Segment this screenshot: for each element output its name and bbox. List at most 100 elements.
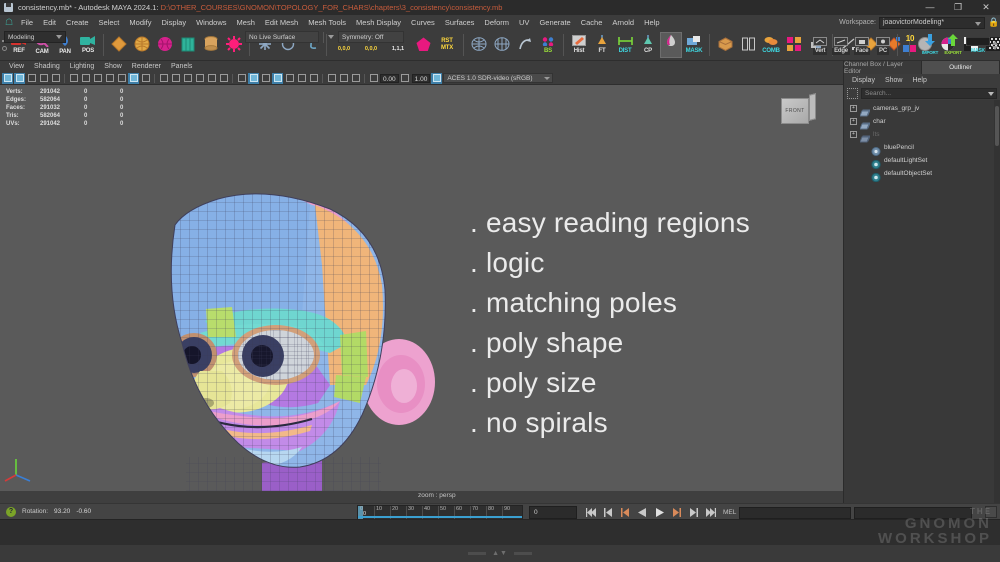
gamma-icon[interactable] bbox=[400, 73, 411, 84]
menu-surfaces[interactable]: Surfaces bbox=[440, 15, 480, 30]
image-plane-icon[interactable] bbox=[50, 73, 61, 84]
resolution-gate-icon[interactable] bbox=[104, 73, 115, 84]
twopane-icon[interactable] bbox=[68, 73, 79, 84]
bookmark-icon[interactable] bbox=[38, 73, 49, 84]
center-pivot-button[interactable]: CP bbox=[637, 32, 659, 58]
maximize-button[interactable]: ❐ bbox=[944, 0, 972, 15]
menu-edit[interactable]: Edit bbox=[38, 15, 61, 30]
current-frame-field[interactable]: 0 bbox=[529, 506, 577, 519]
panel-toggle-arrows[interactable] bbox=[992, 41, 998, 50]
panel-resize-grip[interactable]: ▲▼ bbox=[0, 545, 1000, 562]
grid-toggle-icon[interactable] bbox=[80, 73, 91, 84]
viewport-menu-view[interactable]: View bbox=[4, 63, 29, 70]
flat-shade-icon[interactable] bbox=[194, 73, 205, 84]
polygon-sun-button[interactable] bbox=[223, 32, 245, 58]
ambient-occlusion-icon[interactable] bbox=[284, 73, 295, 84]
close-button[interactable]: ✕ bbox=[972, 0, 1000, 15]
outliner-item-cameras-grp-jv[interactable]: + cameras_grp_jv bbox=[844, 102, 1000, 115]
time-range-bar[interactable] bbox=[358, 516, 522, 518]
smooth-shade-all-icon[interactable] bbox=[170, 73, 181, 84]
mel-input[interactable] bbox=[739, 507, 851, 519]
shadows-icon[interactable] bbox=[272, 73, 283, 84]
reset-pivot-button[interactable] bbox=[412, 32, 434, 58]
color-management-toggle-icon[interactable] bbox=[431, 73, 442, 84]
polygon-sphere-magenta-button[interactable] bbox=[154, 32, 176, 58]
mirror-geometry-button[interactable] bbox=[737, 32, 759, 58]
viewport-menu-renderer[interactable]: Renderer bbox=[127, 63, 166, 70]
selection-marquee-icon[interactable] bbox=[847, 88, 858, 99]
search-input[interactable]: Search... bbox=[861, 88, 997, 99]
menu-cache[interactable]: Cache bbox=[576, 15, 608, 30]
expand-toggle-icon[interactable]: + bbox=[850, 118, 857, 125]
use-all-lights-icon[interactable] bbox=[260, 73, 271, 84]
lock-camera-icon[interactable] bbox=[14, 73, 25, 84]
outliner-menu-show[interactable]: Show bbox=[880, 77, 908, 84]
menu-create[interactable]: Create bbox=[61, 15, 94, 30]
face-select-button[interactable]: Face bbox=[852, 32, 872, 58]
menu-help[interactable]: Help bbox=[639, 15, 664, 30]
bounding-box-icon[interactable] bbox=[218, 73, 229, 84]
tab-outliner[interactable]: Outliner bbox=[922, 61, 1000, 74]
xray-icon[interactable] bbox=[128, 73, 139, 84]
viewport-paint-icon[interactable] bbox=[338, 73, 349, 84]
nurbs-primitive-button[interactable] bbox=[108, 32, 130, 58]
pos-button[interactable]: POS bbox=[77, 32, 99, 58]
view-cube[interactable]: FRONT bbox=[781, 93, 817, 127]
smooth-shade-selected-icon[interactable] bbox=[182, 73, 193, 84]
help-icon[interactable]: ? bbox=[6, 507, 16, 517]
expand-toggle-icon[interactable]: + bbox=[850, 105, 857, 112]
outliner-menu-help[interactable]: Help bbox=[907, 77, 931, 84]
chevron-down-icon[interactable] bbox=[988, 92, 994, 96]
color-profile-dropdown[interactable]: ACES 1.0 SDR-video (sRGB) bbox=[443, 73, 553, 83]
use-default-lighting-icon[interactable] bbox=[248, 73, 259, 84]
freeze-transform-button[interactable]: FT bbox=[591, 32, 613, 58]
subdiv-proxy-button[interactable] bbox=[468, 32, 490, 58]
motion-blur-icon[interactable] bbox=[296, 73, 307, 84]
combine-button[interactable]: COMB bbox=[760, 32, 782, 58]
edge-select-button[interactable]: Edge bbox=[831, 32, 851, 58]
menu-file[interactable]: File bbox=[16, 15, 38, 30]
polygon-cube-button[interactable] bbox=[177, 32, 199, 58]
bend-deformer-button[interactable] bbox=[514, 32, 536, 58]
menu-display[interactable]: Display bbox=[157, 15, 192, 30]
export-button[interactable]: EXPORT bbox=[942, 32, 964, 58]
isolate-select-icon[interactable] bbox=[140, 73, 151, 84]
skip-to-start-icon[interactable] bbox=[585, 506, 598, 519]
smooth-mesh-button[interactable] bbox=[491, 32, 513, 58]
outliner-scrollbar[interactable] bbox=[994, 100, 1000, 503]
lock-icon[interactable]: 🔒 bbox=[988, 17, 998, 28]
menu-mesh-tools[interactable]: Mesh Tools bbox=[303, 15, 351, 30]
menu-mesh[interactable]: Mesh bbox=[232, 15, 260, 30]
menu-edit-mesh[interactable]: Edit Mesh bbox=[260, 15, 303, 30]
layer-count-badge[interactable]: 10 bbox=[902, 32, 918, 58]
viewport-menu-lighting[interactable]: Lighting bbox=[65, 63, 100, 70]
outliner-item-defaultobjectset[interactable]: defaultObjectSet bbox=[844, 167, 1000, 180]
step-forward-frame-icon[interactable] bbox=[670, 506, 683, 519]
viewport-menu-shading[interactable]: Shading bbox=[29, 63, 65, 70]
history-button[interactable]: Hist bbox=[568, 32, 590, 58]
film-gate-icon[interactable] bbox=[92, 73, 103, 84]
menu-windows[interactable]: Windows bbox=[191, 15, 231, 30]
skip-to-end-icon[interactable] bbox=[704, 506, 717, 519]
menu-set-dropdown[interactable]: Modeling bbox=[4, 31, 66, 43]
expand-toggle-icon[interactable]: + bbox=[850, 131, 857, 138]
outliner-item-defaultlightset[interactable]: defaultLightSet bbox=[844, 154, 1000, 167]
exposure-reset-icon[interactable] bbox=[350, 73, 361, 84]
gamma-value[interactable]: 1.00 bbox=[412, 74, 431, 83]
separate-button[interactable] bbox=[783, 32, 805, 58]
select-camera-icon[interactable] bbox=[2, 73, 13, 84]
viewport-menu-show[interactable]: Show bbox=[99, 63, 127, 70]
vert-select-button[interactable]: Vert bbox=[810, 32, 830, 58]
mask-combo[interactable]: MASK bbox=[965, 32, 991, 58]
bake-geometry-button[interactable] bbox=[714, 32, 736, 58]
exposure-icon[interactable] bbox=[368, 73, 379, 84]
wireframe-shading-icon[interactable] bbox=[158, 73, 169, 84]
play-backwards-icon[interactable] bbox=[636, 506, 649, 519]
viewport-3d[interactable]: Verts: 291042 0 0 Edges: 582064 0 0 bbox=[0, 85, 843, 503]
paint-weights-button[interactable] bbox=[660, 32, 682, 58]
wireframe-on-shaded-icon[interactable] bbox=[206, 73, 217, 84]
menu-mesh-display[interactable]: Mesh Display bbox=[351, 15, 406, 30]
step-forward-key-icon[interactable] bbox=[687, 506, 700, 519]
pc-select-button[interactable]: PC bbox=[873, 32, 893, 58]
view-cube-side[interactable] bbox=[809, 93, 816, 121]
